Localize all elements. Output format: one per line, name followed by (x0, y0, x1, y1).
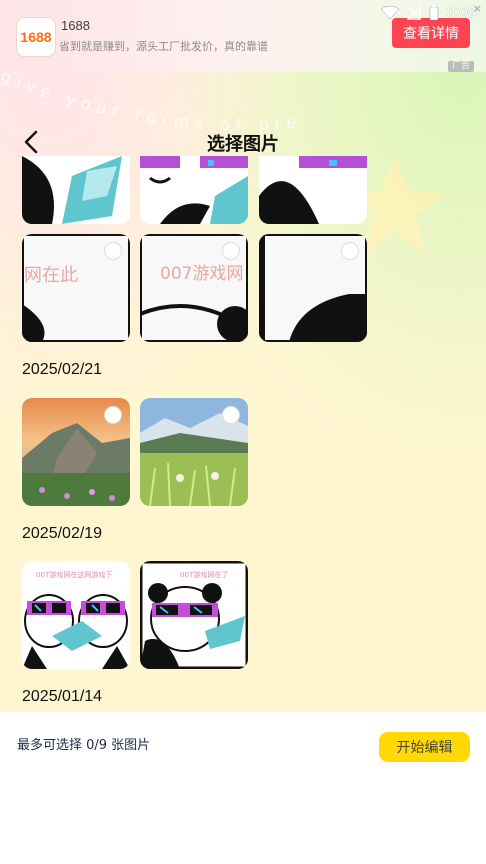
image-thumbnail[interactable]: 007游戏网在了 (140, 561, 248, 669)
date-label: 2025/01/14 (22, 688, 103, 705)
wifi-icon (380, 5, 399, 19)
panda-partial-image (259, 156, 367, 224)
image-thumbnail[interactable]: 007游戏网在这网游戏下 (22, 561, 130, 669)
image-thumbnail[interactable]: 007游戏网 (140, 234, 248, 342)
ad-description: 省到就是赚到，源头工厂批发价，真的靠谱 (59, 40, 268, 53)
date-label: 2025/02/19 (22, 525, 103, 542)
image-grid[interactable]: 网在此 007游戏网 2025/02/21 2025/02/19 007游戏网在… (0, 156, 486, 712)
bottom-bar: 最多可选择 0/9 张图片 开始编辑 (0, 712, 486, 864)
panda-partial-image (22, 156, 130, 224)
select-checkbox[interactable] (104, 406, 122, 424)
selection-count: 最多可选择 0/9 张图片 (17, 738, 151, 753)
svg-text:网在此: 网在此 (24, 265, 78, 286)
panda-partial-image (140, 156, 248, 224)
image-thumbnail[interactable] (259, 234, 367, 342)
status-bar: 3:08 (0, 0, 486, 26)
select-checkbox[interactable] (222, 406, 240, 424)
svg-text:007游戏网: 007游戏网 (160, 264, 243, 284)
panda-double-image: 007游戏网在这网游戏下 (22, 561, 130, 669)
panda-single-image: 007游戏网在了 (140, 561, 248, 669)
status-time: 3:08 (446, 4, 476, 21)
no-signal-icon (406, 5, 421, 20)
image-thumbnail[interactable] (22, 398, 130, 506)
svg-text:007游戏网在这网游戏下: 007游戏网在这网游戏下 (36, 570, 112, 579)
svg-text:give your forms of pre: give your forms of pre (0, 66, 303, 134)
image-thumbnail[interactable] (140, 398, 248, 506)
image-thumbnail[interactable] (140, 156, 248, 224)
image-thumbnail[interactable] (22, 156, 130, 224)
svg-text:007游戏网在了: 007游戏网在了 (180, 570, 228, 579)
select-checkbox[interactable] (222, 242, 240, 260)
select-checkbox[interactable] (104, 242, 122, 260)
ad-tag: 广告 (448, 61, 475, 72)
battery-icon (429, 4, 439, 20)
page-title: 选择图片 (207, 134, 279, 155)
image-thumbnail[interactable]: 网在此 (22, 234, 130, 342)
image-thumbnail[interactable] (259, 156, 367, 224)
start-edit-button[interactable]: 开始编辑 (379, 732, 470, 762)
date-label: 2025/02/21 (22, 361, 103, 378)
select-checkbox[interactable] (341, 242, 359, 260)
